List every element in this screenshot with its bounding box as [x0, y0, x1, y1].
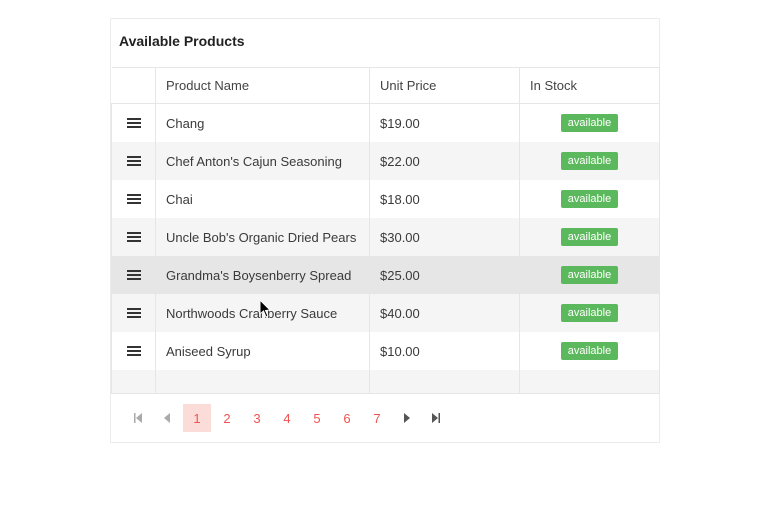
- pager-last-icon[interactable]: [423, 404, 451, 432]
- cell-name: [156, 370, 370, 393]
- cell-price: $25.00: [370, 256, 520, 294]
- cell-price: $18.00: [370, 180, 520, 218]
- cell-price: $40.00: [370, 294, 520, 332]
- panel-title: Available Products: [111, 19, 659, 67]
- cell-price: [370, 370, 520, 393]
- drag-handle-icon[interactable]: [127, 344, 141, 356]
- table-row[interactable]: Aniseed Syrup $10.00 available: [112, 332, 660, 370]
- cell-name: Chang: [156, 104, 370, 143]
- pager-page-6[interactable]: 6: [333, 404, 361, 432]
- drag-handle-icon[interactable]: [127, 154, 141, 166]
- drag-handle-icon[interactable]: [127, 116, 141, 128]
- status-badge: available: [561, 190, 618, 208]
- pager-page-4[interactable]: 4: [273, 404, 301, 432]
- cell-price: $22.00: [370, 142, 520, 180]
- cell-name: Chef Anton's Cajun Seasoning: [156, 142, 370, 180]
- cell-name: Northwoods Cranberry Sauce: [156, 294, 370, 332]
- pager-prev-icon[interactable]: [153, 404, 181, 432]
- column-header-name[interactable]: Product Name: [156, 68, 370, 104]
- status-badge: available: [561, 228, 618, 246]
- pager-first-icon[interactable]: [123, 404, 151, 432]
- pager-page-7[interactable]: 7: [363, 404, 391, 432]
- table-row[interactable]: Grandma's Boysenberry Spread $25.00 avai…: [112, 256, 660, 294]
- status-badge: available: [561, 152, 618, 170]
- drag-handle-icon[interactable]: [127, 230, 141, 242]
- pager-page-5[interactable]: 5: [303, 404, 331, 432]
- status-badge: available: [561, 266, 618, 284]
- cell-name: Uncle Bob's Organic Dried Pears: [156, 218, 370, 256]
- table-row[interactable]: Chef Anton's Cajun Seasoning $22.00 avai…: [112, 142, 660, 180]
- table-row[interactable]: Chang $19.00 available: [112, 104, 660, 143]
- pager-page-2[interactable]: 2: [213, 404, 241, 432]
- column-header-price[interactable]: Unit Price: [370, 68, 520, 104]
- table-row[interactable]: [112, 370, 660, 393]
- column-header-drag: [112, 68, 156, 104]
- drag-handle-icon[interactable]: [127, 306, 141, 318]
- cell-price: $10.00: [370, 332, 520, 370]
- cell-price: $30.00: [370, 218, 520, 256]
- pager-page-1[interactable]: 1: [183, 404, 211, 432]
- table-row[interactable]: Uncle Bob's Organic Dried Pears $30.00 a…: [112, 218, 660, 256]
- status-badge: available: [561, 342, 618, 360]
- drag-handle-icon[interactable]: [127, 192, 141, 204]
- products-table: Product Name Unit Price In Stock Chang $…: [111, 67, 660, 393]
- cell-name: Grandma's Boysenberry Spread: [156, 256, 370, 294]
- pager: 1 2 3 4 5 6 7: [111, 393, 659, 442]
- status-badge: available: [561, 304, 618, 322]
- column-header-stock[interactable]: In Stock: [520, 68, 660, 104]
- cell-name: Aniseed Syrup: [156, 332, 370, 370]
- drag-handle-icon[interactable]: [127, 268, 141, 280]
- status-badge: available: [561, 114, 618, 132]
- available-products-panel: Available Products Product Name Unit Pri…: [110, 18, 660, 443]
- cell-name: Chai: [156, 180, 370, 218]
- table-row[interactable]: Northwoods Cranberry Sauce $40.00 availa…: [112, 294, 660, 332]
- table-row[interactable]: Chai $18.00 available: [112, 180, 660, 218]
- pager-next-icon[interactable]: [393, 404, 421, 432]
- cell-price: $19.00: [370, 104, 520, 143]
- pager-page-3[interactable]: 3: [243, 404, 271, 432]
